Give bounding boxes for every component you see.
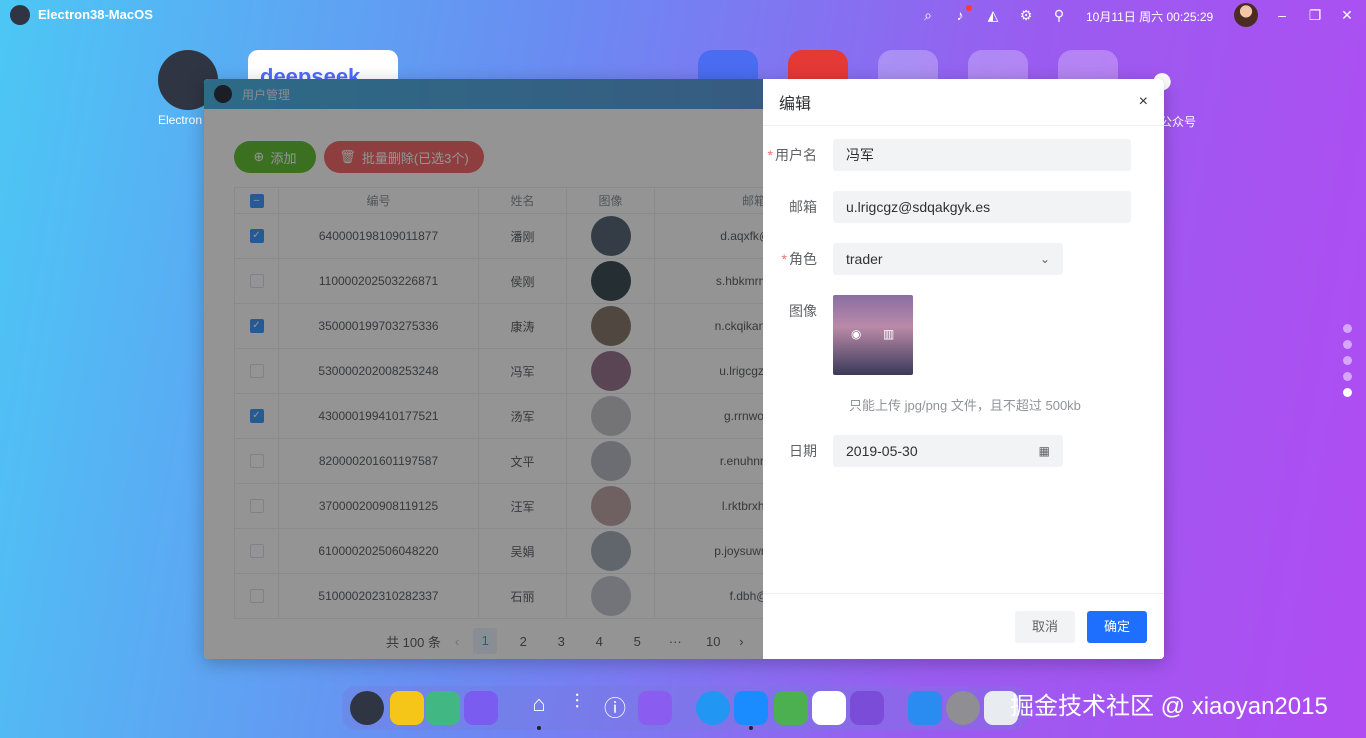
search-icon[interactable]: ⌕ — [920, 7, 936, 23]
dock-photos-icon[interactable] — [812, 691, 846, 725]
dock-info-icon[interactable]: ⓘ — [598, 691, 632, 725]
app-title: Electron38-MacOS — [38, 7, 153, 22]
skin-icon[interactable]: ◭ — [985, 7, 1001, 23]
menu-bar: Electron38-MacOS ⌕ ♪ ◭ ⚙ ⚲ 10月11日 周六 00:… — [0, 0, 1366, 30]
username-input[interactable]: 冯军 — [833, 139, 1131, 171]
date-picker[interactable]: 2019-05-30 ▦ — [833, 435, 1063, 467]
close-icon[interactable]: ✕ — [1339, 7, 1355, 23]
page-dot[interactable] — [1343, 356, 1352, 365]
page-dot[interactable] — [1343, 340, 1352, 349]
gear-icon[interactable]: ⚙ — [1018, 7, 1034, 23]
cancel-button[interactable]: 取消 — [1015, 611, 1075, 643]
upload-hint: 只能上传 jpg/png 文件，且不超过 500kb — [849, 398, 1081, 413]
notification-badge — [966, 5, 972, 11]
minimize-icon[interactable]: – — [1274, 7, 1290, 23]
image-label: 图像 — [789, 303, 817, 319]
confirm-button[interactable]: 确定 — [1087, 611, 1147, 643]
dock-chart-icon[interactable]: ⫶ — [560, 691, 594, 725]
watermark: 掘金技术社区 @ xiaoyan2015 — [1010, 693, 1328, 720]
date-value: 2019-05-30 — [846, 443, 918, 459]
uploaded-image[interactable]: ◉ ▥ — [833, 295, 913, 375]
running-indicator — [537, 726, 541, 730]
dock-settings-icon[interactable] — [946, 691, 980, 725]
page-dot[interactable] — [1343, 372, 1352, 381]
desktop-page-indicator — [1343, 324, 1352, 404]
dock-vue-icon[interactable] — [426, 691, 460, 725]
clock: 10月11日 周六 00:25:29 — [1086, 10, 1214, 24]
drawer-footer: 取消 确定 — [763, 593, 1164, 659]
desktop-label: Electron — [158, 113, 203, 127]
dock-maps-icon[interactable] — [774, 691, 808, 725]
restore-icon[interactable]: ❐ — [1307, 7, 1323, 23]
trash-icon[interactable]: ▥ — [883, 327, 894, 341]
date-row: 日期 2019-05-30 ▦ — [763, 435, 1063, 467]
drawer-header: 编辑 × — [763, 79, 1164, 126]
running-indicator — [749, 726, 753, 730]
page-dot[interactable] — [1343, 324, 1352, 333]
email-row: 邮箱 u.lrigcgz@sdqakgyk.es — [763, 191, 1131, 223]
user-management-window: 用户管理 ⊕ 添加 🗑 批量删除(已选3个) – 编号 姓名 图像 邮箱 ✓ 64… — [204, 79, 1164, 659]
dock-vite-icon[interactable] — [390, 691, 424, 725]
role-label: * 角色 — [781, 251, 817, 267]
dock: ⌂ ⫶ ⓘ — [342, 686, 1028, 730]
role-select-value: trader — [846, 251, 883, 267]
dock-apps-icon[interactable] — [850, 691, 884, 725]
electron-logo-icon[interactable] — [10, 5, 30, 25]
eye-icon[interactable]: ◉ — [851, 327, 861, 341]
date-label: 日期 — [789, 443, 817, 459]
drawer-title: 编辑 — [779, 96, 812, 113]
role-select[interactable]: trader ⌄ — [833, 243, 1063, 275]
email-label: 邮箱 — [789, 199, 817, 215]
edit-drawer: 编辑 × * 用户名 冯军 邮箱 u.lrigcgz@sdqakgyk.es * 角… — [763, 79, 1164, 659]
close-icon[interactable]: × — [1139, 93, 1148, 111]
dock-safari-icon[interactable] — [696, 691, 730, 725]
dock-mail-icon[interactable] — [908, 691, 942, 725]
page-dot-active[interactable] — [1343, 388, 1352, 397]
dock-appstore-icon[interactable] — [734, 691, 768, 725]
pin-icon[interactable]: ⚲ — [1051, 7, 1067, 23]
calendar-icon: ▦ — [1038, 444, 1050, 458]
username-row: * 用户名 冯军 — [763, 139, 1131, 171]
username-label: * 用户名 — [767, 147, 817, 163]
user-avatar[interactable] — [1234, 3, 1258, 27]
dock-home-icon[interactable]: ⌂ — [522, 691, 556, 725]
chevron-down-icon: ⌄ — [1039, 252, 1050, 266]
desktop-label: 公众号 — [1160, 115, 1197, 129]
email-input[interactable]: u.lrigcgz@sdqakgyk.es — [833, 191, 1131, 223]
image-row: 图像 ◉ ▥ — [763, 295, 913, 375]
modal-overlay[interactable] — [204, 79, 764, 659]
role-row: * 角色 trader ⌄ — [763, 243, 1063, 275]
dock-app-icon[interactable] — [638, 691, 672, 725]
dock-app-icon[interactable] — [464, 691, 498, 725]
dock-electron-icon[interactable] — [350, 691, 384, 725]
